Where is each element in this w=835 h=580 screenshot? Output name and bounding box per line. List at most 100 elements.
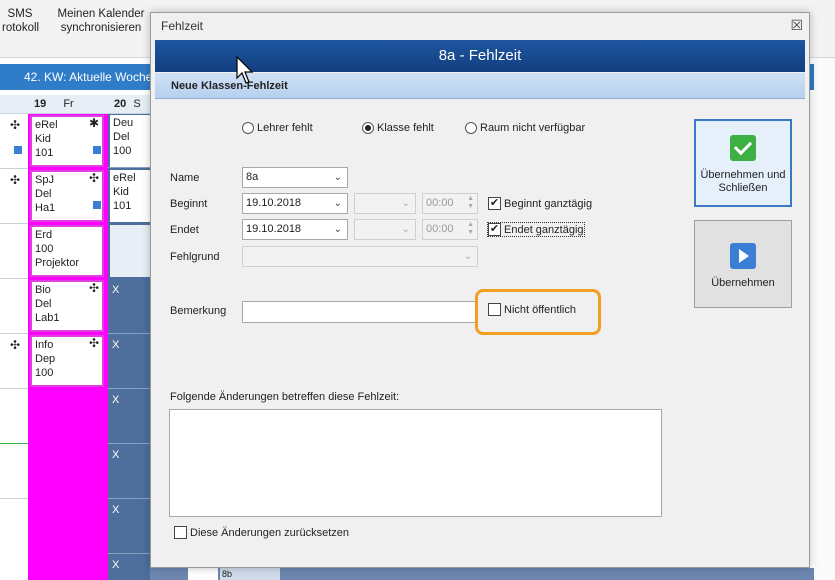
x-mark: X bbox=[112, 559, 120, 571]
radio-label: Raum nicht verfügbar bbox=[480, 122, 586, 134]
radio-teacher-absent[interactable]: Lehrer fehlt bbox=[242, 122, 313, 134]
apply-and-close-button[interactable]: Übernehmen und Schließen bbox=[694, 119, 792, 207]
mouse-cursor-icon bbox=[236, 56, 254, 84]
lesson-teacher: Kid bbox=[113, 186, 129, 198]
current-time-line bbox=[0, 443, 28, 444]
ribbon-sms-protocol-button[interactable]: SMS rotokoll bbox=[2, 7, 40, 35]
end-date-picker[interactable]: 19.10.2018 ⌄ bbox=[242, 219, 348, 240]
move-icon: ✣ bbox=[89, 171, 100, 185]
checkbox-checked-icon: ✔ bbox=[488, 197, 501, 210]
radio-room-unavailable[interactable]: Raum nicht verfügbar bbox=[465, 122, 585, 134]
row-divider bbox=[108, 333, 150, 334]
not-public-checkbox[interactable]: Nicht öffentlich bbox=[488, 303, 576, 316]
ribbon-label: synchronisieren bbox=[60, 22, 142, 34]
close-icon[interactable]: ☒ bbox=[790, 17, 803, 34]
lesson-teacher: Del bbox=[35, 188, 52, 200]
changes-list[interactable] bbox=[169, 409, 662, 517]
day-header-fr[interactable]: 19 Fr bbox=[28, 95, 108, 114]
ribbon-label: SMS bbox=[7, 8, 33, 20]
row-divider bbox=[0, 333, 28, 334]
note-icon bbox=[93, 201, 101, 209]
button-label: Übernehmen bbox=[711, 277, 775, 289]
end-allday-checkbox[interactable]: ✔ Endet ganztägig bbox=[487, 222, 585, 237]
radio-label: Klasse fehlt bbox=[377, 122, 434, 134]
move-icon: ✣ bbox=[10, 173, 21, 187]
day-header-blank bbox=[0, 95, 28, 114]
right-edge-panel bbox=[814, 58, 835, 580]
radio-dot-selected-icon bbox=[362, 122, 374, 134]
row-divider bbox=[108, 388, 150, 389]
begin-date-picker[interactable]: 19.10.2018 ⌄ bbox=[242, 193, 348, 214]
note-icon bbox=[93, 146, 101, 154]
lesson-cell[interactable]: Deu Del 100 bbox=[110, 115, 150, 167]
ribbon-sync-calendar-button[interactable]: Meinen Kalender synchronisieren bbox=[54, 7, 148, 35]
begin-time-spinner[interactable]: 00:00 ▲ ▼ bbox=[422, 193, 478, 214]
day-name: S bbox=[133, 98, 141, 110]
checkbox-label: Beginnt ganztägig bbox=[504, 197, 593, 210]
move-icon: ✣ bbox=[10, 118, 21, 132]
move-icon: ✱ bbox=[89, 116, 100, 130]
changes-label: Folgende Änderungen betreffen diese Fehl… bbox=[170, 391, 400, 403]
checkbox-unchecked-icon bbox=[174, 526, 187, 539]
lesson-room: 101 bbox=[35, 147, 54, 159]
green-check-icon bbox=[730, 135, 756, 161]
begin-label: Beginnt bbox=[170, 198, 208, 210]
end-label: Endet bbox=[170, 224, 199, 236]
chevron-down-icon: ⌄ bbox=[401, 198, 410, 209]
lesson-room: 101 bbox=[113, 200, 132, 212]
row-divider bbox=[0, 168, 28, 169]
row-divider bbox=[108, 443, 150, 444]
ribbon-label: Meinen Kalender bbox=[57, 8, 145, 20]
lesson-room: 100 bbox=[35, 367, 54, 379]
x-mark: X bbox=[112, 449, 120, 461]
lesson-subject: eRel bbox=[113, 172, 136, 184]
spinner-arrows-icon: ▲ ▼ bbox=[467, 221, 474, 236]
begin-date-value: 19.10.2018 bbox=[246, 197, 302, 209]
bottom-label: 8b bbox=[220, 568, 280, 580]
end-time-spinner[interactable]: 00:00 ▲ ▼ bbox=[422, 219, 478, 240]
begin-allday-checkbox[interactable]: ✔ Beginnt ganztägig bbox=[488, 197, 592, 210]
name-combobox[interactable]: 8a ⌄ bbox=[242, 167, 348, 188]
move-icon: ✣ bbox=[89, 281, 100, 295]
begin-time-dropdown[interactable]: ⌄ bbox=[354, 193, 416, 214]
checkbox-label: Diese Änderungen zurücksetzen bbox=[190, 526, 349, 539]
reset-changes-checkbox[interactable]: Diese Änderungen zurücksetzen bbox=[174, 526, 349, 539]
row-divider bbox=[0, 498, 28, 499]
chevron-down-icon: ⌄ bbox=[333, 198, 342, 209]
lesson-subject: Erd bbox=[35, 229, 53, 241]
lesson-cell[interactable]: eRel Kid 101 bbox=[110, 170, 150, 222]
chevron-down-icon: ⌄ bbox=[333, 224, 342, 235]
day-header-sa[interactable]: 20 S bbox=[108, 95, 150, 114]
row-divider bbox=[108, 553, 150, 554]
x-mark: X bbox=[112, 504, 120, 516]
move-icon: ✣ bbox=[10, 338, 21, 352]
chevron-down-icon: ⌄ bbox=[401, 224, 410, 235]
radio-class-absent[interactable]: Klasse fehlt bbox=[362, 122, 434, 134]
note-icon bbox=[14, 146, 22, 154]
lesson-room: 100 bbox=[113, 145, 132, 157]
bottom-cell bbox=[188, 568, 218, 580]
x-mark: X bbox=[112, 394, 120, 406]
chevron-down-icon: ⌄ bbox=[333, 172, 342, 183]
row-divider bbox=[0, 223, 28, 224]
remark-label: Bemerkung bbox=[170, 305, 227, 317]
lesson-cell[interactable]: Erd 100 Projektor bbox=[30, 225, 104, 277]
end-date-value: 19.10.2018 bbox=[246, 223, 302, 235]
lesson-room: Projektor bbox=[35, 257, 80, 269]
empty-slot bbox=[110, 225, 150, 277]
day-number: 20 bbox=[114, 98, 127, 110]
ribbon-label: rotokoll bbox=[2, 22, 40, 34]
reason-label: Fehlgrund bbox=[170, 251, 220, 263]
spinner-arrows-icon: ▲ ▼ bbox=[467, 195, 474, 210]
end-time-dropdown[interactable]: ⌄ bbox=[354, 219, 416, 240]
radio-dot-icon bbox=[242, 122, 254, 134]
row-divider bbox=[108, 498, 150, 499]
chevron-down-icon: ⌄ bbox=[463, 251, 472, 262]
remark-input[interactable] bbox=[242, 301, 476, 323]
reason-dropdown[interactable]: ⌄ bbox=[242, 246, 478, 267]
name-value: 8a bbox=[246, 171, 259, 183]
day-number: 19 bbox=[34, 98, 47, 110]
apply-button[interactable]: Übernehmen bbox=[694, 220, 792, 308]
play-arrow-icon bbox=[730, 243, 756, 269]
radio-label: Lehrer fehlt bbox=[257, 122, 313, 134]
